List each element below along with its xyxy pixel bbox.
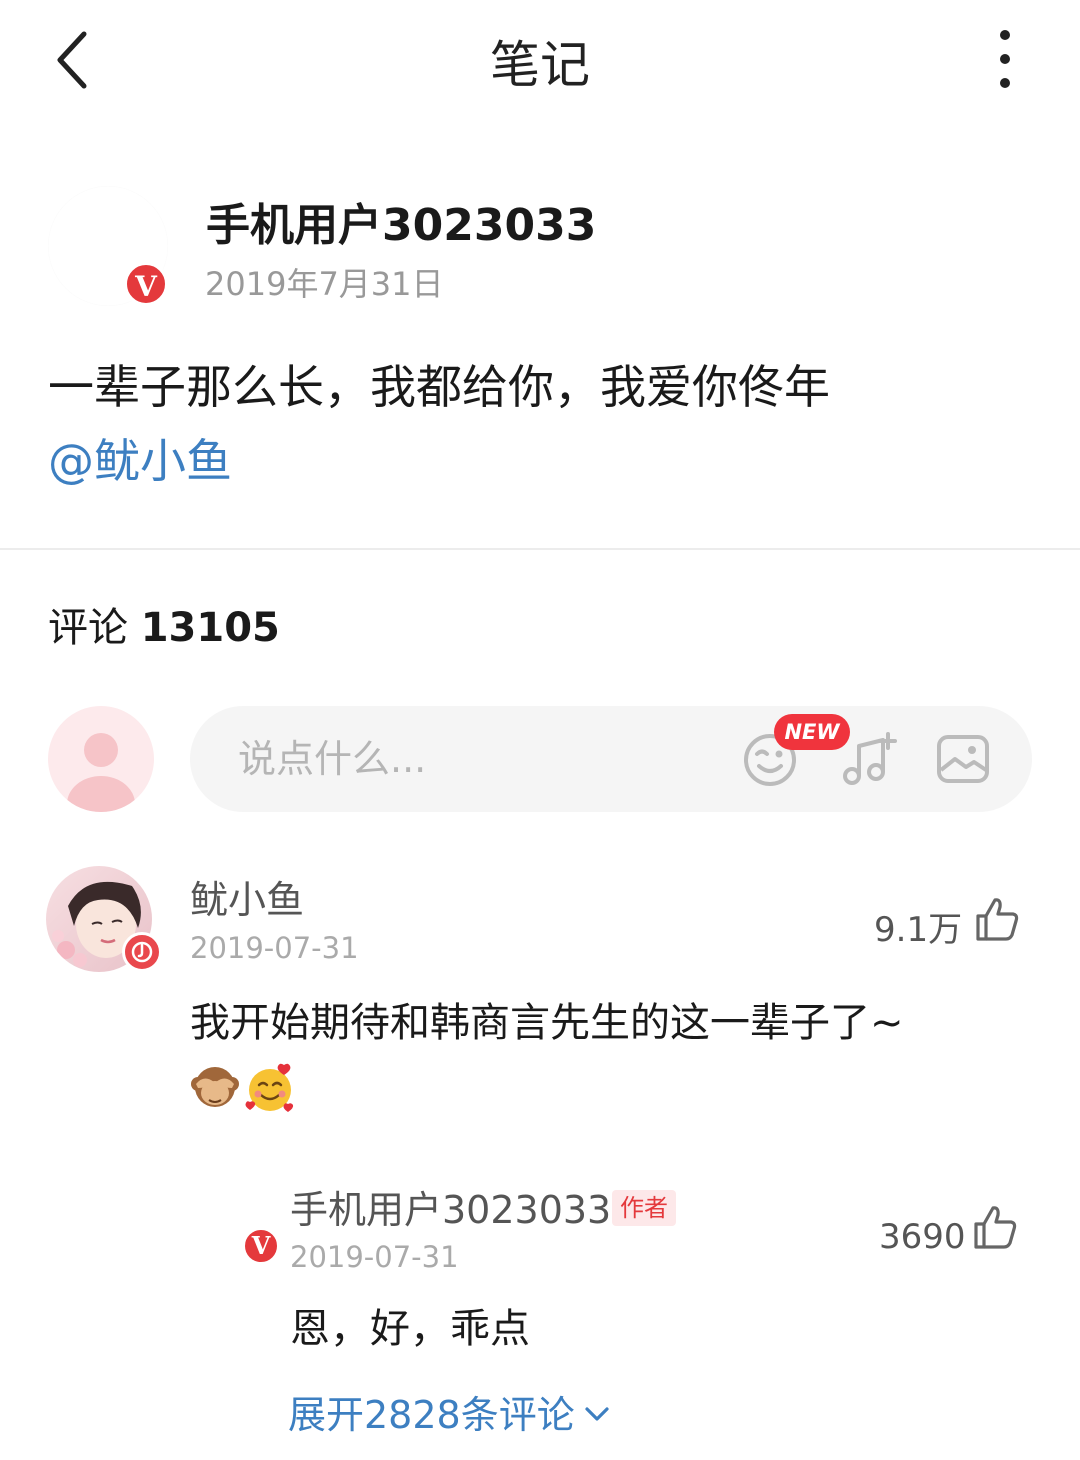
comment-date: 2019-07-31 <box>190 931 359 965</box>
comment-like-button[interactable] <box>972 894 1022 944</box>
image-icon <box>937 735 989 783</box>
smiling-face-with-hearts-icon <box>245 1063 294 1112</box>
expand-replies-link[interactable]: 展开2828条评论 <box>288 1388 611 1442</box>
comment-input-placeholder: 说点什么... <box>238 737 427 781</box>
post-text: 一辈子那么长，我都给你，我爱你佟年 <box>48 360 830 414</box>
expand-replies-label: 展开2828条评论 <box>288 1393 575 1437</box>
reply-date: 2019-07-31 <box>290 1240 459 1274</box>
author-tag: 作者 <box>612 1190 676 1226</box>
comments-count: 13105 <box>140 605 280 651</box>
default-user-icon <box>67 733 135 812</box>
music-button[interactable] <box>838 730 898 794</box>
reply-like-count: 3690 <box>879 1217 966 1257</box>
thumbs-up-icon <box>974 1206 1017 1249</box>
douyin-badge-icon <box>122 932 162 972</box>
music-note-add-icon <box>843 732 897 785</box>
verified-v-icon: V <box>242 1227 280 1265</box>
comment-like-count: 9.1万 <box>874 910 963 950</box>
image-button[interactable] <box>936 734 990 788</box>
see-no-evil-monkey-icon <box>191 1067 239 1107</box>
post-mention-link[interactable]: @鱿小鱼 <box>48 428 232 494</box>
comments-label: 评论 <box>48 605 128 651</box>
post-date: 2019年7月31日 <box>205 265 444 303</box>
author-name[interactable]: 手机用户3023033 <box>206 198 596 254</box>
comments-header: 评论 13105 <box>48 600 280 656</box>
divider <box>0 548 1080 550</box>
reply-author-name[interactable]: 手机用户3023033 <box>290 1184 611 1236</box>
page-title: 笔记 <box>490 36 590 94</box>
reply-like-button[interactable] <box>970 1202 1020 1252</box>
reply-text: 恩，好，乖点 <box>290 1306 530 1352</box>
commenter-name[interactable]: 鱿小鱼 <box>190 874 304 926</box>
my-avatar <box>48 706 154 812</box>
chevron-down-icon <box>585 1407 609 1421</box>
more-options-button[interactable] <box>980 26 1030 92</box>
comment-emojis <box>190 1062 296 1114</box>
comment-input[interactable]: 说点什么... NEW <box>190 706 1032 812</box>
thumbs-up-icon <box>976 898 1019 941</box>
verified-v-icon: V <box>124 262 168 306</box>
more-dots-icon <box>1000 30 1010 40</box>
comment-text: 我开始期待和韩商言先生的这一辈子了~ <box>190 1000 904 1046</box>
